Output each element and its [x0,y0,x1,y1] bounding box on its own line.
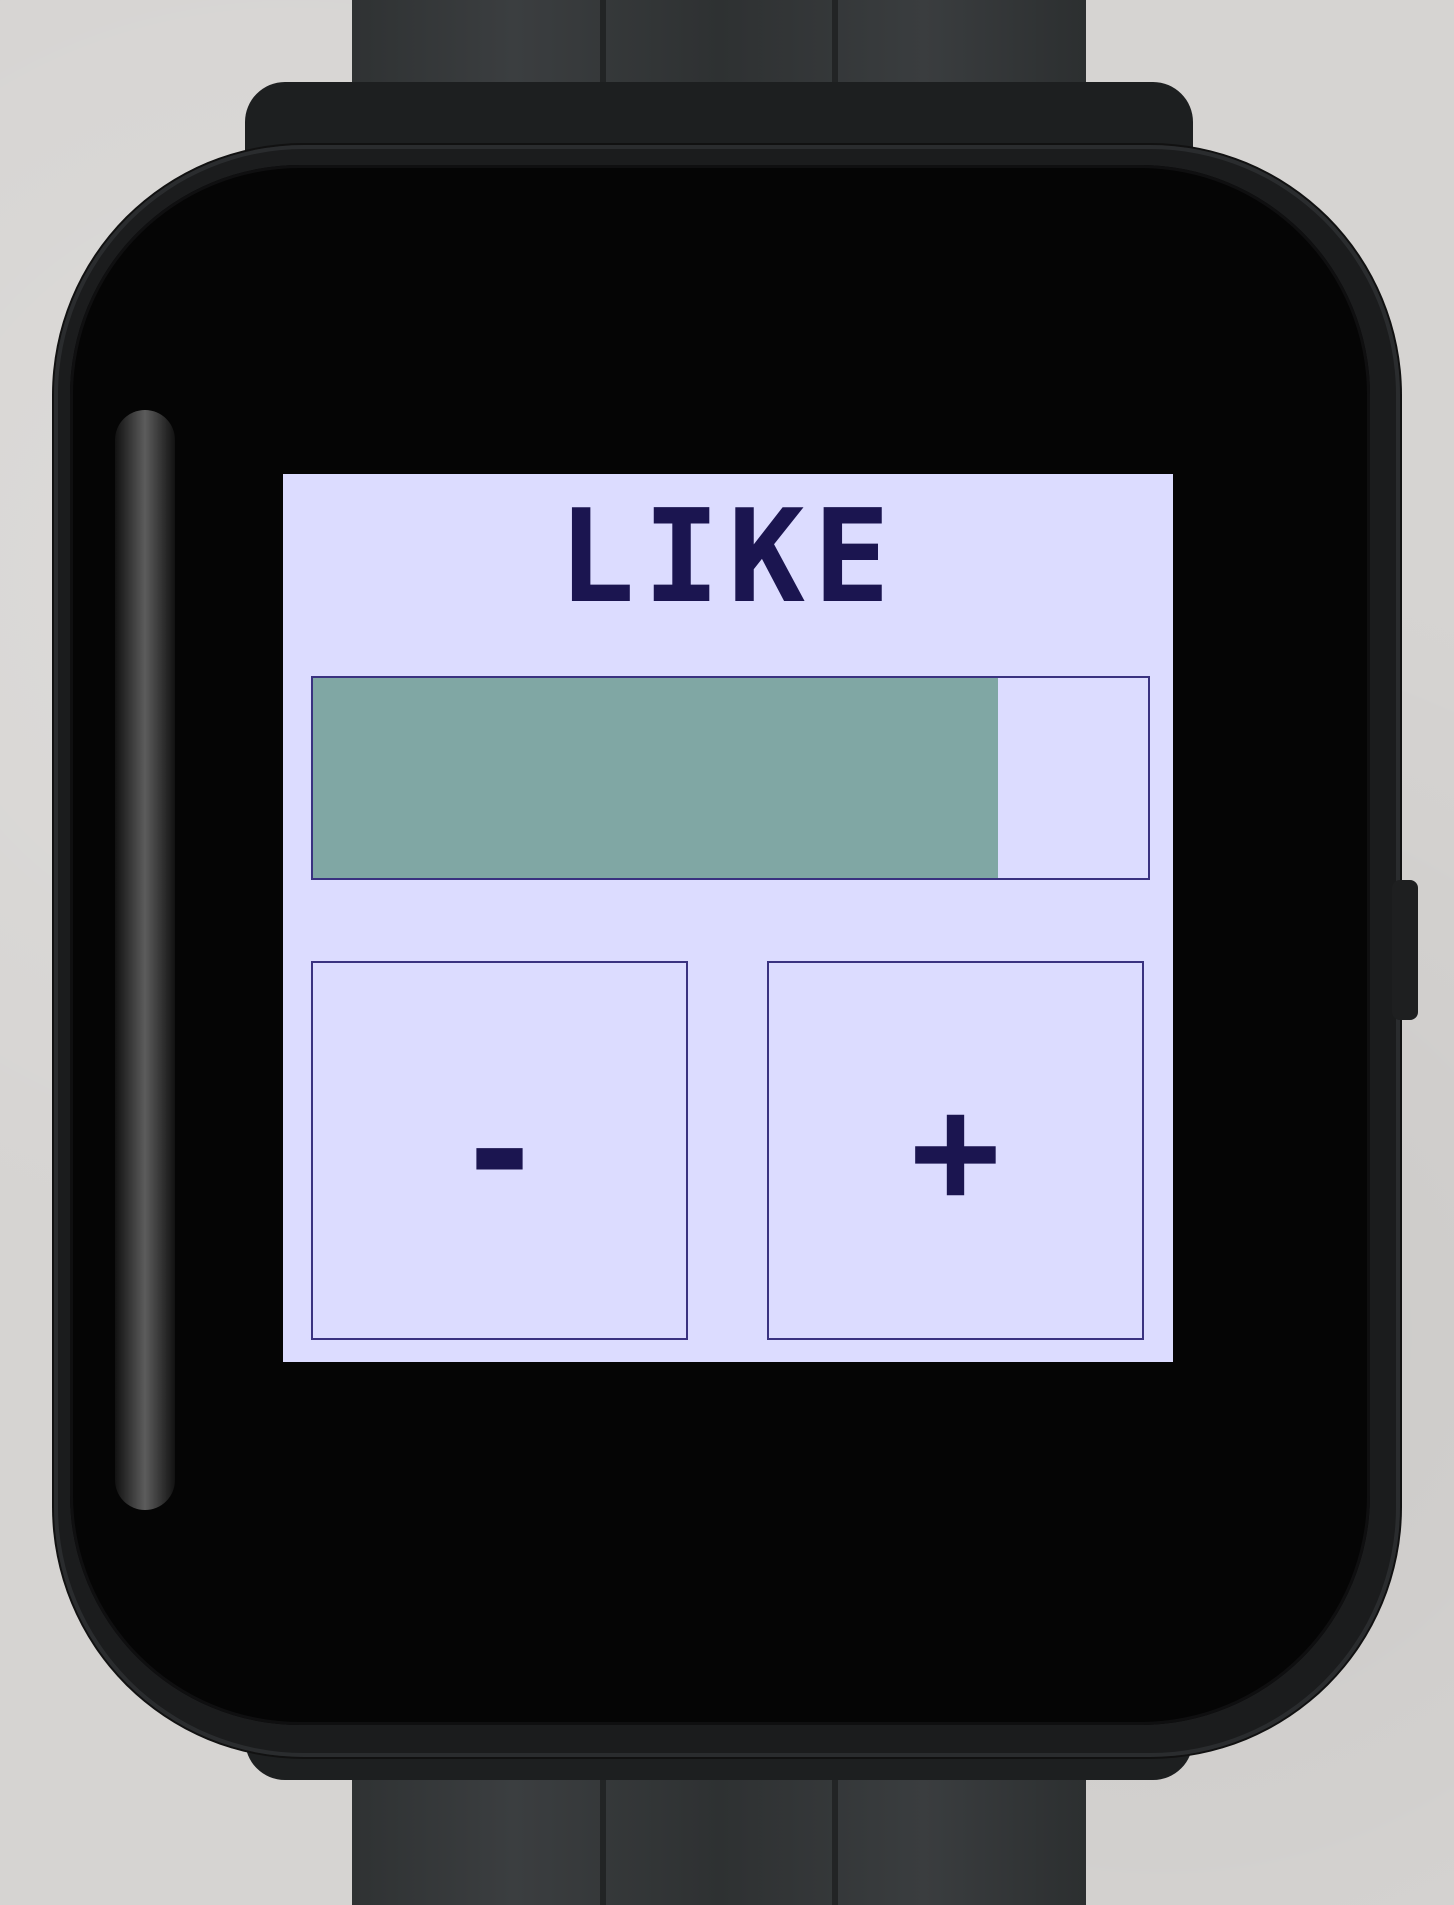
watch-crown[interactable] [1392,880,1418,1020]
like-level-bar [311,676,1150,880]
watch-screen: LIKE - + [283,474,1173,1362]
glass-reflection [115,410,175,1510]
decrement-button[interactable]: - [311,961,688,1340]
page-title: LIKE [557,483,899,632]
increment-button[interactable]: + [767,961,1144,1340]
like-level-fill [313,678,998,878]
